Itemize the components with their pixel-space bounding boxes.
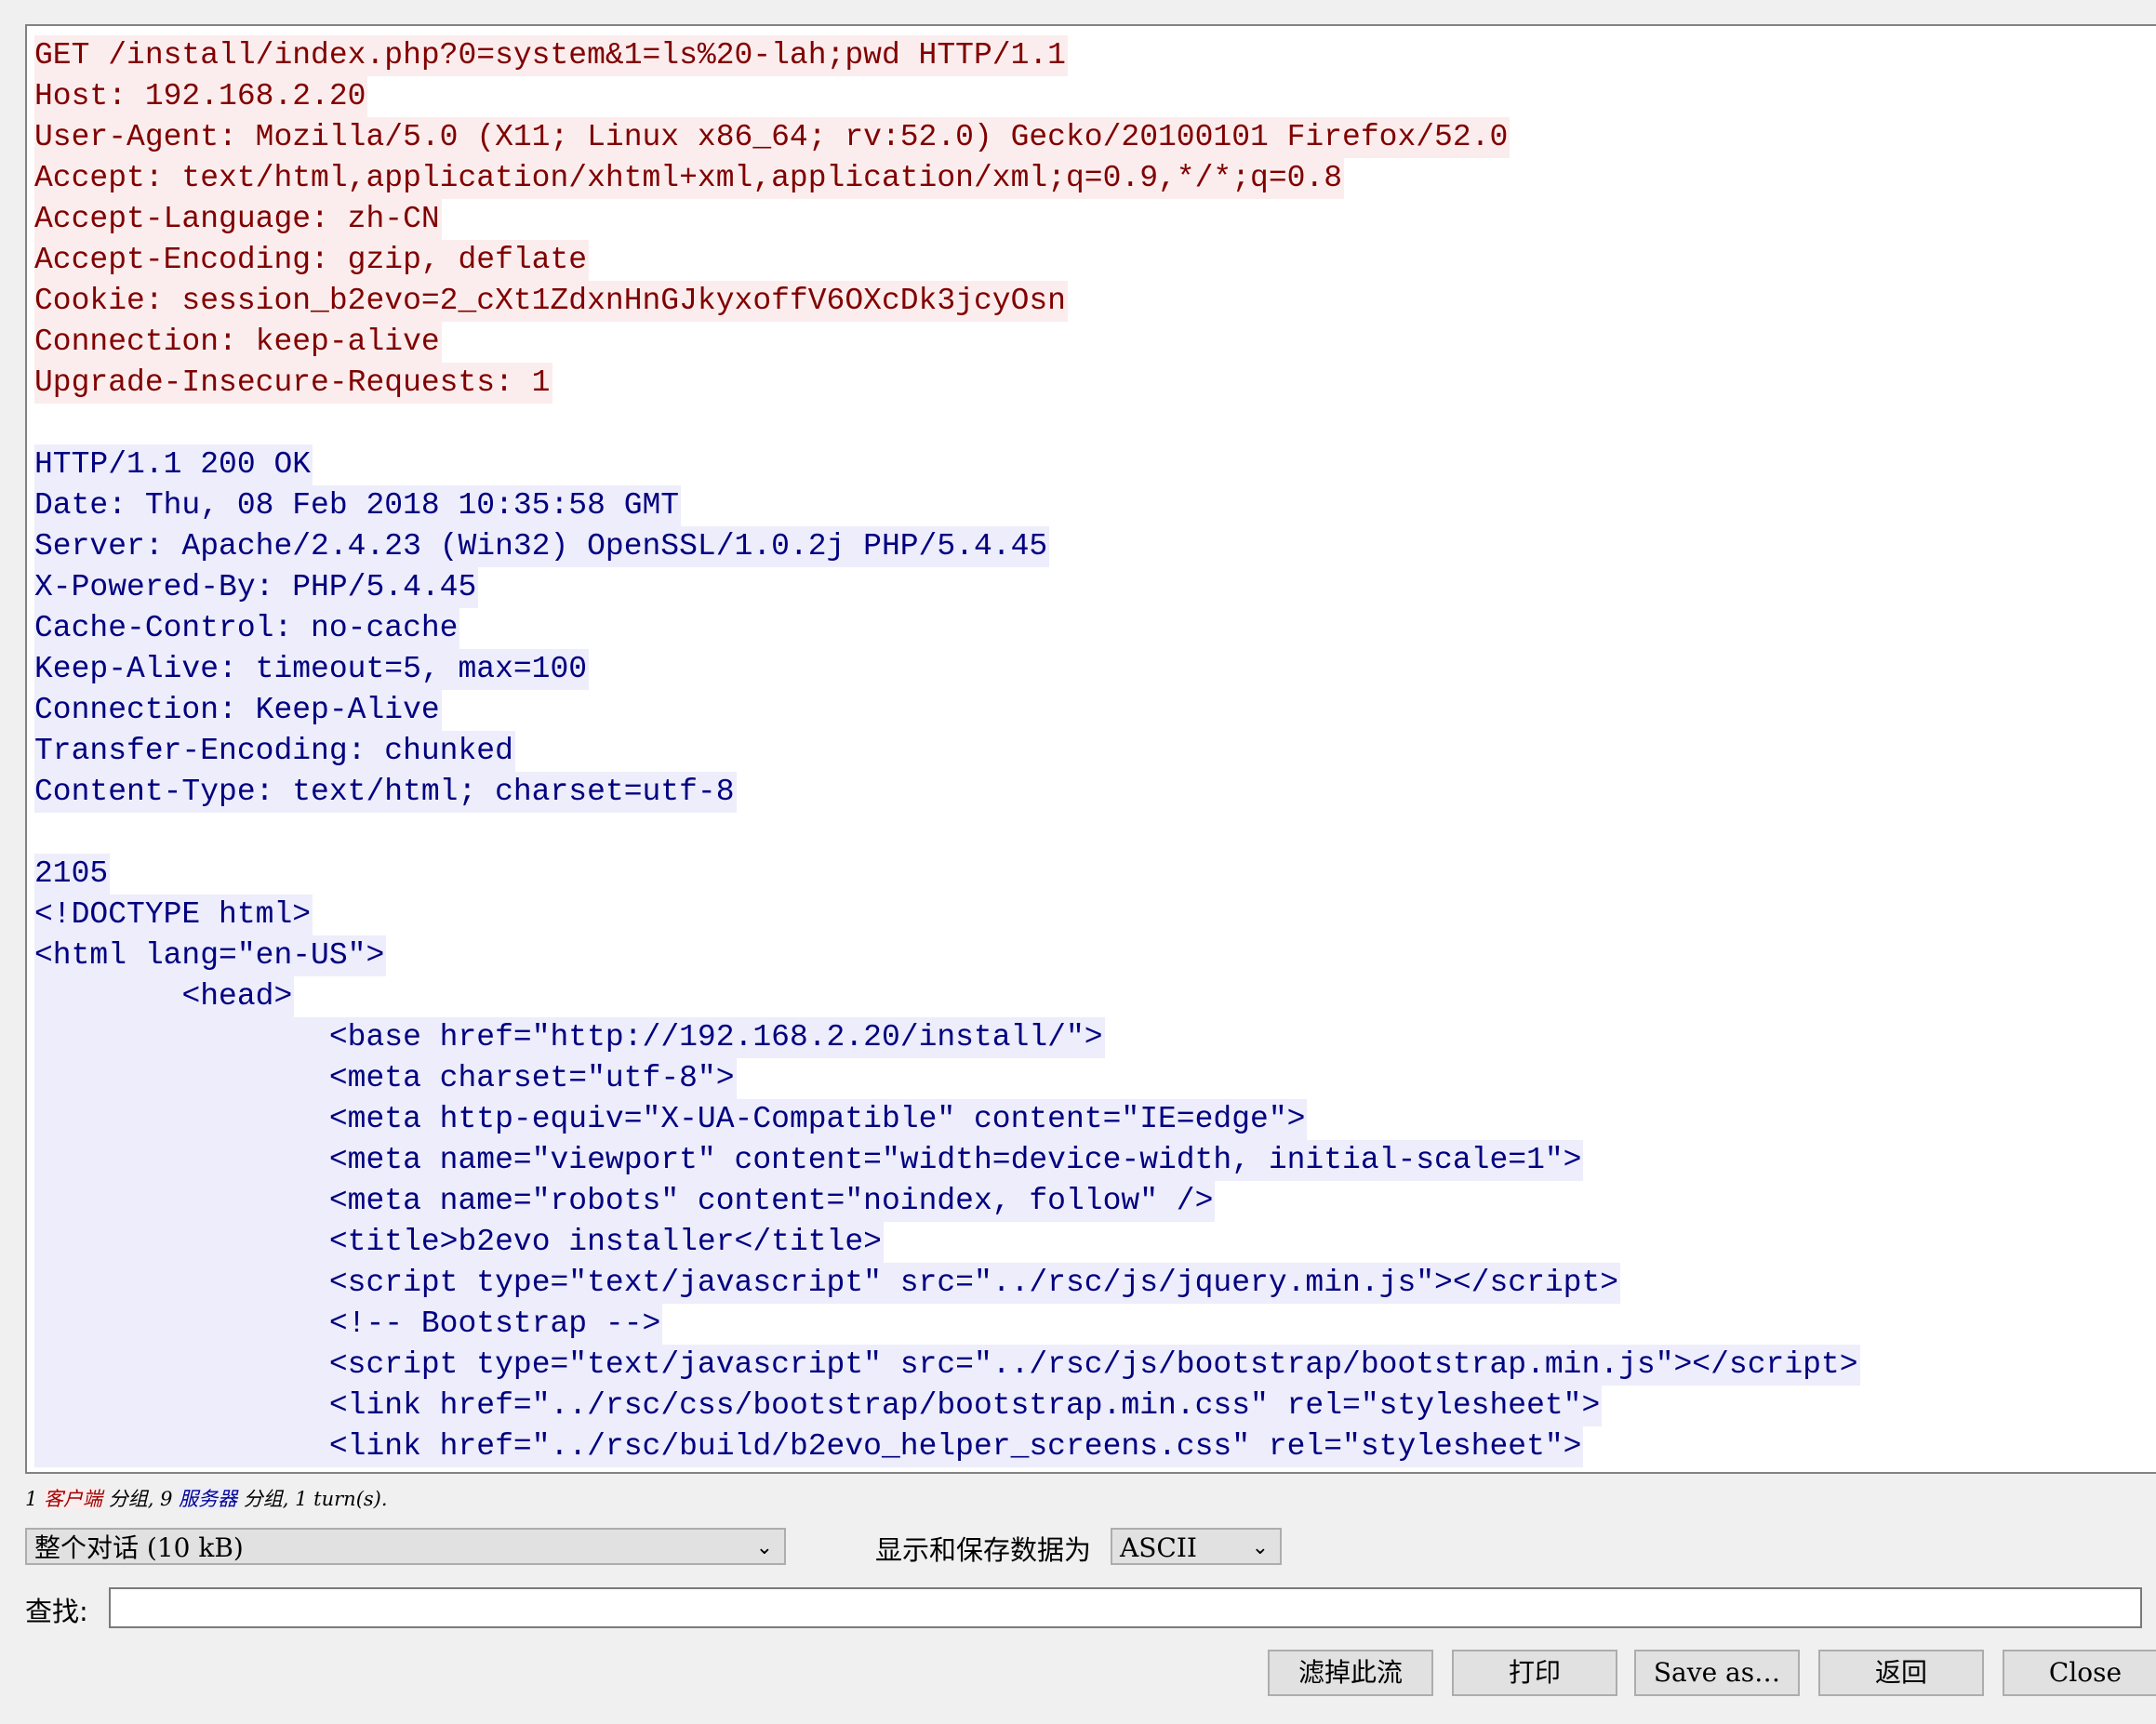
find-input[interactable] [109, 1587, 2142, 1628]
packet-summary: 1 客户端 分组, 9 服务器 分组, 1 turn(s). [25, 1484, 388, 1512]
response-line: <head> [34, 976, 1860, 1017]
request-line: Accept-Language: zh-CN [34, 199, 1860, 240]
response-line: Date: Thu, 08 Feb 2018 10:35:58 GMT [34, 485, 1860, 526]
response-line: <link href="../rsc/build/b2evo_helper_sc… [34, 1426, 1860, 1467]
server-count: 分组, 9 [102, 1488, 180, 1510]
response-line: <!-- Bootstrap --> [34, 1304, 1860, 1345]
response-line: <meta name="viewport" content="width=dev… [34, 1140, 1860, 1181]
response-line: <script type="text/javascript" src="../r… [34, 1345, 1860, 1386]
line-text: GET /install/index.php?0=system&1=ls%20-… [34, 35, 1068, 76]
client-label: 客户端 [44, 1488, 103, 1510]
close-button[interactable]: Close [2003, 1650, 2156, 1696]
response-line: X-Powered-By: PHP/5.4.45 [34, 567, 1860, 608]
stream-content-pane[interactable]: GET /install/index.php?0=system&1=ls%20-… [25, 24, 2156, 1474]
response-line: <script type="text/javascript" src="../r… [34, 1263, 1860, 1304]
line-text: Server: Apache/2.4.23 (Win32) OpenSSL/1.… [34, 526, 1050, 567]
line-text: X-Powered-By: PHP/5.4.45 [34, 567, 479, 608]
line-text: <link href="../rsc/css/bootstrap/bootstr… [34, 1386, 1603, 1426]
request-line: Accept-Encoding: gzip, deflate [34, 240, 1860, 281]
request-line: Connection: keep-alive [34, 322, 1860, 363]
line-text: Content-Type: text/html; charset=utf-8 [34, 772, 737, 813]
filter-out-stream-button[interactable]: 滤掉此流 [1268, 1650, 1433, 1696]
request-line: Cookie: session_b2evo=2_cXt1ZdxnHnGJkyxo… [34, 281, 1860, 322]
chevron-down-icon: ⌄ [1251, 1536, 1269, 1559]
server-label: 服务器 [179, 1488, 238, 1510]
request-line: Upgrade-Insecure-Requests: 1 [34, 363, 1860, 404]
conversation-select[interactable]: 整个对话 (10 kB) ⌄ [25, 1528, 786, 1565]
line-text: Upgrade-Insecure-Requests: 1 [34, 363, 552, 404]
line-text: Keep-Alive: timeout=5, max=100 [34, 649, 590, 690]
print-button[interactable]: 打印 [1452, 1650, 1617, 1696]
response-line: Content-Type: text/html; charset=utf-8 [34, 772, 1860, 813]
line-text: Transfer-Encoding: chunked [34, 731, 515, 772]
stream-text: GET /install/index.php?0=system&1=ls%20-… [34, 35, 1860, 1467]
response-line: Keep-Alive: timeout=5, max=100 [34, 649, 1860, 690]
line-text: Host: 192.168.2.20 [34, 76, 368, 117]
line-text: <title>b2evo installer</title> [34, 1222, 884, 1263]
display-as-label: 显示和保存数据为 [875, 1534, 1092, 1566]
line-text: <meta charset="utf-8"> [34, 1058, 737, 1099]
line-text: Connection: Keep-Alive [34, 690, 442, 731]
find-label: 查找: [25, 1596, 88, 1627]
response-line: <meta http-equiv="X-UA-Compatible" conte… [34, 1099, 1860, 1140]
line-text: <meta name="viewport" content="width=dev… [34, 1140, 1584, 1181]
response-line: <title>b2evo installer</title> [34, 1222, 1860, 1263]
encoding-select[interactable]: ASCII ⌄ [1111, 1528, 1282, 1565]
save-as-button[interactable]: Save as… [1634, 1650, 1800, 1696]
response-line: 2105 [34, 854, 1860, 895]
line-text: Accept-Language: zh-CN [34, 199, 442, 240]
response-line: <!DOCTYPE html> [34, 895, 1860, 935]
client-count: 1 [25, 1488, 45, 1510]
line-text: Cache-Control: no-cache [34, 608, 460, 649]
line-text: <head> [34, 976, 295, 1017]
response-line: <meta charset="utf-8"> [34, 1058, 1860, 1099]
line-text: HTTP/1.1 200 OK [34, 444, 313, 485]
request-line: Accept: text/html,application/xhtml+xml,… [34, 158, 1860, 199]
line-text: User-Agent: Mozilla/5.0 (X11; Linux x86_… [34, 117, 1511, 158]
line-text: Date: Thu, 08 Feb 2018 10:35:58 GMT [34, 485, 682, 526]
response-line: Server: Apache/2.4.23 (Win32) OpenSSL/1.… [34, 526, 1860, 567]
line-text: <base href="http://192.168.2.20/install/… [34, 1017, 1105, 1058]
line-text: <meta name="robots" content="noindex, fo… [34, 1181, 1216, 1222]
line-text: Connection: keep-alive [34, 322, 442, 363]
line-text: Cookie: session_b2evo=2_cXt1ZdxnHnGJkyxo… [34, 281, 1068, 322]
request-line: Host: 192.168.2.20 [34, 76, 1860, 117]
chevron-down-icon: ⌄ [755, 1536, 773, 1559]
conversation-select-value: 整个对话 (10 kB) [34, 1532, 244, 1563]
line-text: <!DOCTYPE html> [34, 895, 313, 935]
turns-count: 分组, 1 turn(s). [237, 1488, 388, 1510]
line-text: <html lang="en-US"> [34, 935, 387, 976]
encoding-select-value: ASCII [1120, 1532, 1197, 1563]
response-line: <link href="../rsc/css/bootstrap/bootstr… [34, 1386, 1860, 1426]
response-line: Cache-Control: no-cache [34, 608, 1860, 649]
response-line: <base href="http://192.168.2.20/install/… [34, 1017, 1860, 1058]
response-line: <html lang="en-US"> [34, 935, 1860, 976]
line-text: Accept-Encoding: gzip, deflate [34, 240, 590, 281]
line-text: <script type="text/javascript" src="../r… [34, 1263, 1621, 1304]
line-text: <!-- Bootstrap --> [34, 1304, 663, 1345]
line-text: <link href="../rsc/build/b2evo_helper_sc… [34, 1426, 1584, 1467]
line-text: 2105 [34, 854, 111, 895]
response-line: Transfer-Encoding: chunked [34, 731, 1860, 772]
line-text: Accept: text/html,application/xhtml+xml,… [34, 158, 1345, 199]
back-button[interactable]: 返回 [1818, 1650, 1984, 1696]
response-line: <meta name="robots" content="noindex, fo… [34, 1181, 1860, 1222]
response-line: HTTP/1.1 200 OK [34, 444, 1860, 485]
response-line: Connection: Keep-Alive [34, 690, 1860, 731]
line-text: <script type="text/javascript" src="../r… [34, 1345, 1860, 1386]
request-line: GET /install/index.php?0=system&1=ls%20-… [34, 35, 1860, 76]
line-text: <meta http-equiv="X-UA-Compatible" conte… [34, 1099, 1308, 1140]
request-line: User-Agent: Mozilla/5.0 (X11; Linux x86_… [34, 117, 1860, 158]
